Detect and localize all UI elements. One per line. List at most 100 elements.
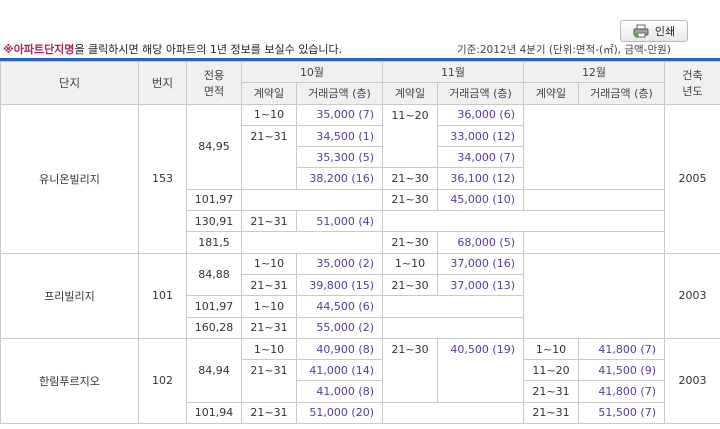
period-10: 21~31 — [241, 210, 297, 233]
amount-10: 41,000 (8) — [296, 380, 383, 403]
header-amount-11: 거래금액 (층) — [437, 82, 524, 105]
area-value: 181,5 — [186, 231, 242, 254]
period-11: 21~30 — [382, 167, 438, 190]
header-lot: 번지 — [138, 61, 187, 105]
period-10: 1~10 — [241, 252, 297, 275]
header-amount-10: 거래금액 (층) — [296, 82, 383, 105]
period-12: 21~31 — [523, 380, 579, 403]
empty-cell — [382, 316, 524, 339]
empty-cell — [241, 188, 383, 212]
period-11: 21~30 — [382, 273, 438, 297]
area-value: 130,91 — [186, 210, 242, 233]
empty-cell — [382, 295, 524, 318]
amount-10: 34,500 (1) — [296, 124, 383, 148]
period-10: 1~10 — [241, 337, 297, 361]
amount-11: 33,000 (12) — [437, 124, 524, 148]
header-built: 건축 년도 — [664, 61, 720, 105]
period-10: 21~31 — [241, 401, 297, 425]
amount-12: 41,800 (7) — [578, 380, 665, 403]
amount-10: 39,800 (15) — [296, 273, 383, 297]
amount-11: 34,000 (7) — [437, 146, 524, 169]
area-value: 101,97 — [186, 188, 242, 212]
notice-row: ※ 아파트단지명 을 클릭하시면 해당 아파트의 1년 정보를 보실수 있습니다… — [0, 40, 720, 58]
complex-name-link[interactable]: 프리빌리지 — [0, 252, 139, 339]
period-11: 21~30 — [382, 231, 438, 254]
area-value: 101,97 — [186, 295, 242, 318]
amount-11: 68,000 (5) — [437, 231, 524, 254]
area-value: 101,94 — [186, 401, 242, 425]
printer-icon — [633, 24, 649, 38]
empty-cell — [523, 252, 665, 339]
period-11: 11~20 — [382, 103, 438, 169]
amount-11: 37,000 (16) — [437, 252, 524, 275]
header-area-line1: 전용 — [203, 68, 225, 82]
header-period-11: 계약일 — [382, 82, 438, 105]
period-10: 21~31 — [241, 359, 297, 403]
amount-11: 37,000 (13) — [437, 273, 524, 297]
amount-11: 36,100 (12) — [437, 167, 524, 190]
amount-10: 40,900 (8) — [296, 337, 383, 361]
period-10: 21~31 — [241, 316, 297, 339]
complex-name-link[interactable]: 유니온빌리지 — [0, 103, 139, 254]
header-area: 전용 면적 — [186, 61, 242, 105]
empty-cell — [523, 103, 665, 190]
period-12: 11~20 — [523, 359, 579, 382]
amount-10: 55,000 (2) — [296, 316, 383, 339]
table-row: 프리빌리지 101 84,88 1~10 35,000 (2) 1~10 37,… — [0, 252, 720, 339]
complex-name-link[interactable]: 한림푸르지오 — [0, 337, 139, 425]
basis-info: 기준:2012년 4분기 (단위:면적-(㎡), 금액-만원) — [457, 43, 671, 56]
amount-10: 44,500 (6) — [296, 295, 383, 318]
amount-10: 41,000 (14) — [296, 359, 383, 382]
header-built-line2: 년도 — [682, 84, 703, 98]
amount-12: 51,500 (7) — [578, 401, 665, 425]
notice-text: 을 클릭하시면 해당 아파트의 1년 정보를 보실수 있습니다. — [74, 43, 343, 56]
amount-12: 41,500 (9) — [578, 359, 665, 382]
header-month-10: 10월 — [241, 60, 383, 84]
amount-12: 41,800 (7) — [578, 337, 665, 361]
empty-cell — [382, 401, 524, 425]
built-year: 2003 — [664, 252, 720, 339]
area-value: 160,28 — [186, 316, 242, 339]
notice-complex-name: 아파트단지명 — [13, 43, 75, 56]
transaction-table: 단지 번지 전용 면적 10월 11월 12월 건축 년도 계약일 거래금액 (… — [0, 60, 720, 425]
header-month-12: 12월 — [523, 60, 665, 84]
empty-cell — [382, 210, 665, 233]
table-row: 한림푸르지오 102 84,94 1~10 40,900 (8) 21~30 4… — [0, 337, 720, 425]
amount-10: 35,300 (5) — [296, 146, 383, 169]
amount-10: 35,000 (7) — [296, 103, 383, 126]
header-period-10: 계약일 — [241, 82, 297, 105]
header-area-line2: 면적 — [203, 84, 225, 98]
period-11: 21~30 — [382, 337, 438, 403]
amount-11: 45,000 (10) — [437, 188, 524, 212]
print-label: 인쇄 — [654, 25, 676, 38]
amount-10: 38,200 (16) — [296, 167, 383, 190]
area-value: 84,94 — [186, 337, 242, 403]
period-10: 1~10 — [241, 103, 297, 126]
lot-number: 101 — [138, 252, 187, 339]
period-12: 21~31 — [523, 401, 579, 425]
area-value: 84,88 — [186, 252, 242, 297]
amount-11: 40,500 (19) — [437, 337, 524, 403]
amount-10: 35,000 (2) — [296, 252, 383, 275]
period-11: 21~30 — [382, 188, 438, 212]
header-amount-12: 거래금액 (층) — [578, 82, 665, 105]
lot-number: 153 — [138, 103, 187, 254]
notice-mark: ※ — [3, 42, 14, 56]
empty-cell — [523, 231, 665, 254]
period-10: 21~31 — [241, 273, 297, 297]
header-period-12: 계약일 — [523, 82, 579, 105]
period-10: 21~31 — [241, 124, 297, 190]
amount-10: 51,000 (4) — [296, 210, 383, 233]
print-button[interactable]: 인쇄 — [620, 20, 688, 42]
period-11: 1~10 — [382, 252, 438, 275]
header-month-11: 11월 — [382, 60, 524, 84]
header-built-line1: 건축 — [682, 68, 703, 82]
built-year: 2005 — [664, 103, 720, 254]
empty-cell — [241, 231, 383, 254]
amount-10: 51,000 (20) — [296, 401, 383, 425]
lot-number: 102 — [138, 337, 187, 425]
built-year: 2003 — [664, 337, 720, 425]
header-complex: 단지 — [0, 61, 139, 105]
area-value: 84,95 — [186, 103, 242, 190]
period-12: 1~10 — [523, 337, 579, 361]
